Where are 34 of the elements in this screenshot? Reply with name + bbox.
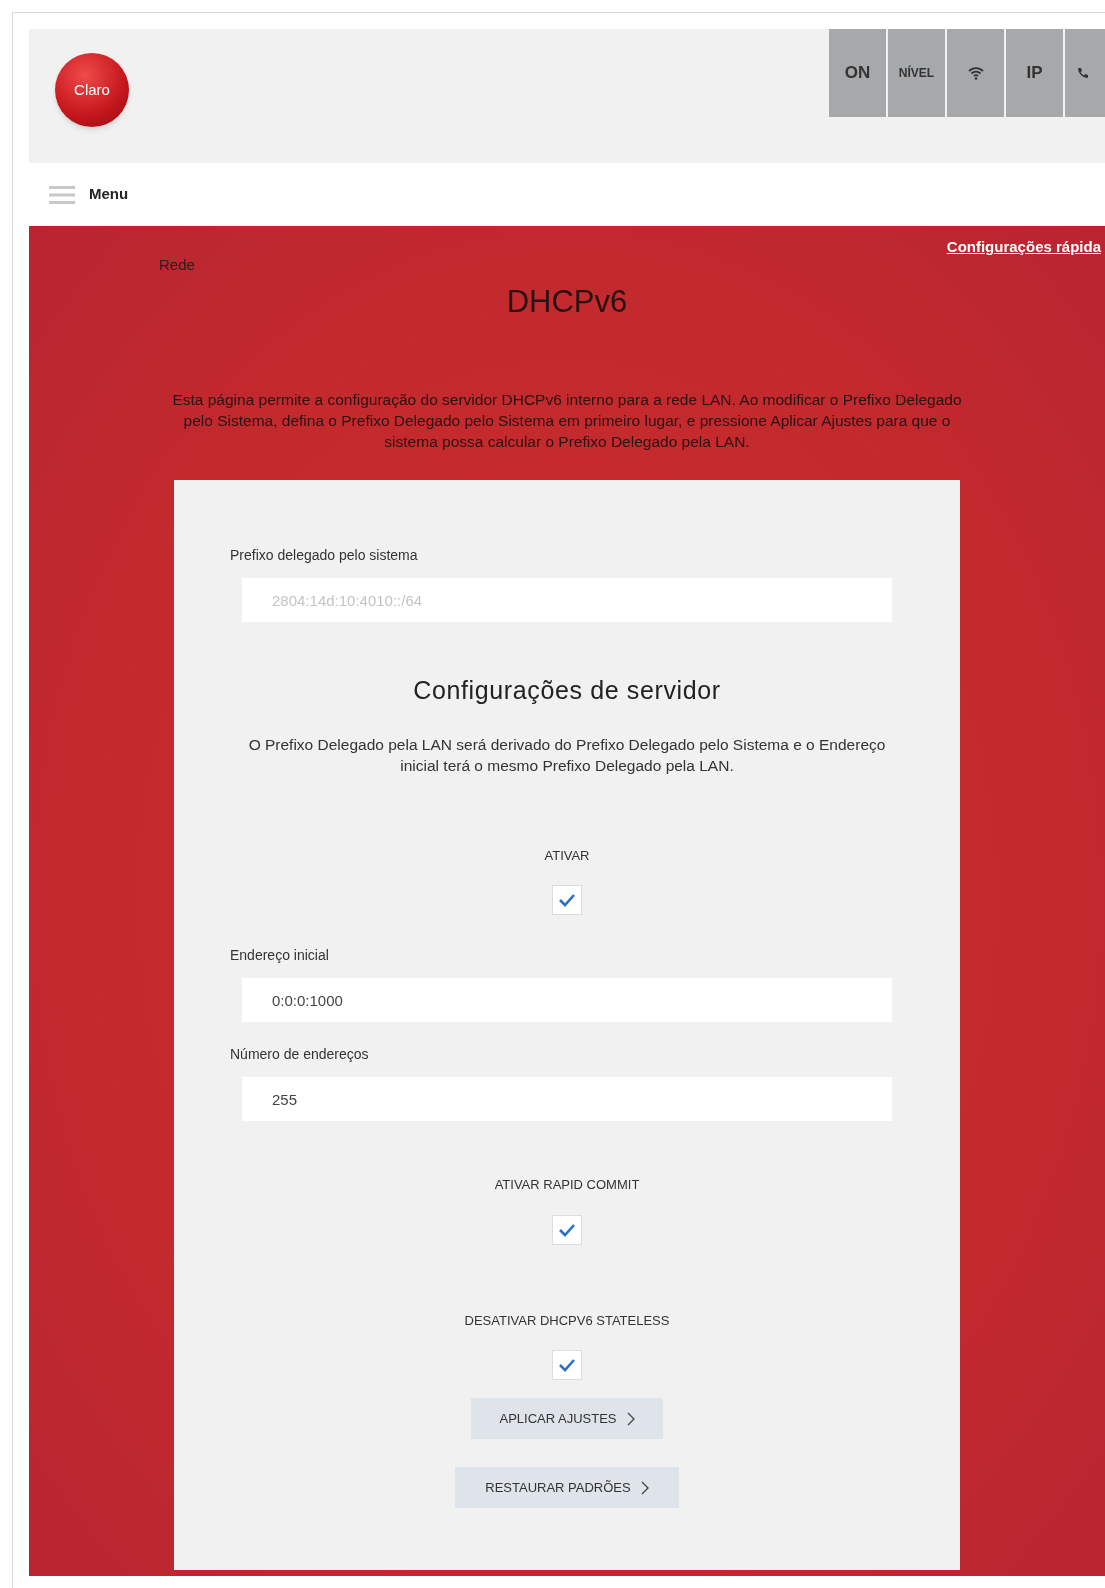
status-tile[interactable]: IP (1006, 29, 1063, 117)
chevron-right-icon (626, 1411, 635, 1426)
field-label: Prefixo delegado pelo sistema (230, 546, 419, 565)
status-tile[interactable]: NÍVEL (888, 29, 945, 117)
checkbox-label: ATIVAR RAPID COMMIT (494, 1176, 640, 1194)
text-field: 2804:14d:10:4010::/64 (242, 578, 892, 622)
note-text: O Prefixo Delegado pela LAN será derivado do Prefixo Delegado pelo Sistema e o Endereço inicial terá o mesmo Prefixo Delegado pela LAN. (247, 734, 887, 776)
description-text: Esta página permite a configuração do servidor DHCPv6 interno para a rede LAN. Ao modificar o Prefixo Delegado pelo Sistema, defina o Prefixo Delegado pelo Sistema em primeiro lugar, e pressione Aplicar Ajustes para que o sistema possa calcular o Prefixo Delegado pela LAN. (171, 390, 963, 452)
menu-icon (49, 184, 75, 205)
wifi-icon (967, 66, 984, 80)
chevron-right-icon (640, 1480, 649, 1495)
checkbox-label: ATIVAR (544, 846, 590, 865)
checkbox[interactable] (552, 885, 582, 915)
status-tile[interactable] (1065, 29, 1105, 117)
checkmark-icon (558, 1358, 576, 1372)
checkbox-label: DESATIVAR DHCPV6 STATELESS (464, 1311, 670, 1330)
phone-icon (1077, 67, 1089, 79)
checkmark-icon (558, 893, 576, 907)
menu-button[interactable]: Menu (49, 183, 129, 206)
action-button[interactable]: APLICAR AJUSTES (471, 1398, 663, 1439)
logo: Claro (55, 53, 129, 127)
field-label: Endereço inicial (230, 946, 330, 965)
text-field[interactable]: 0:0:0:1000 (242, 978, 892, 1022)
action-button[interactable]: RESTAURAR PADRÕES (455, 1467, 679, 1508)
checkbox[interactable] (552, 1214, 582, 1245)
text-field[interactable]: 255 (242, 1077, 892, 1121)
status-tile[interactable]: ON (829, 29, 886, 117)
checkmark-icon (558, 1222, 576, 1237)
page-title: DHCPv6 (506, 282, 628, 321)
quick-settings-link[interactable]: Configurações rápida (946, 236, 1101, 259)
section-heading: Configurações de servidor (413, 675, 721, 706)
checkbox[interactable] (552, 1350, 582, 1380)
field-label: Número de endereços (230, 1045, 370, 1064)
status-tile[interactable] (947, 29, 1004, 117)
